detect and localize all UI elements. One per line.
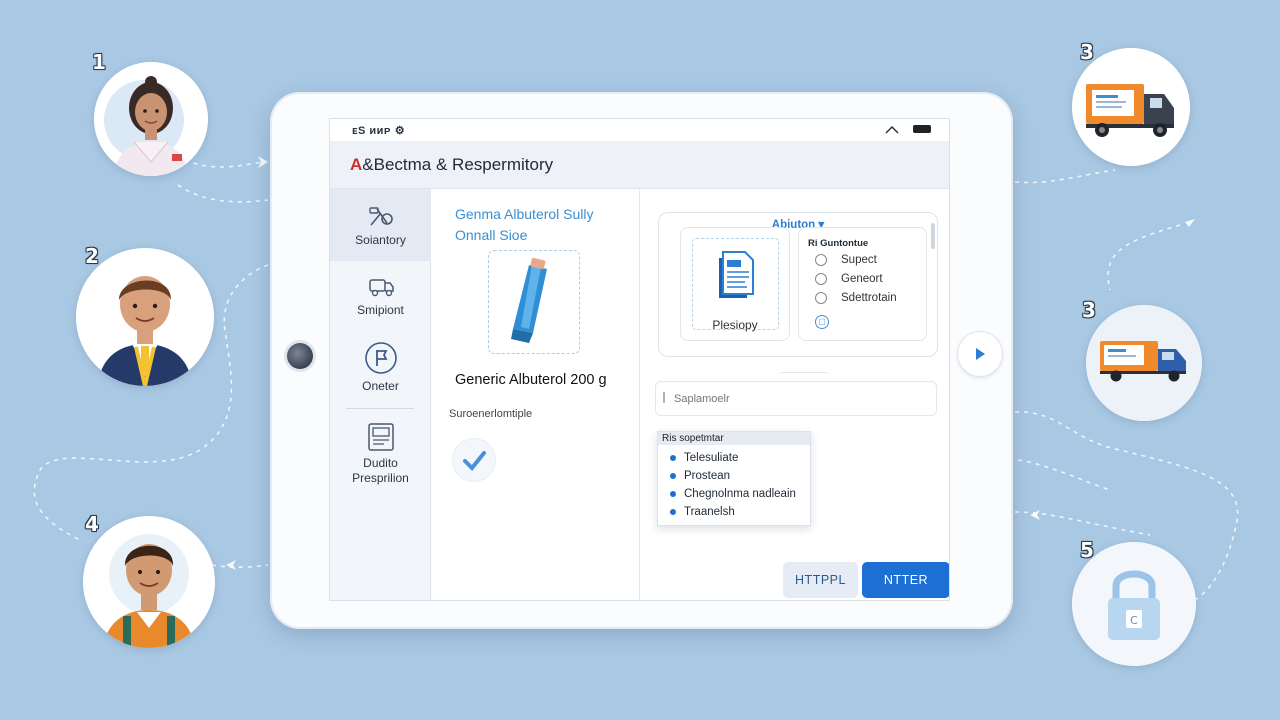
product-subtitle-line1: Genma Albuterol Sully (455, 206, 594, 222)
lock-icon: C (1072, 542, 1196, 666)
radio-button[interactable] (815, 254, 827, 266)
tablet-home-button[interactable] (287, 343, 313, 369)
prescription-icon (367, 423, 394, 451)
battery-icon (913, 125, 931, 133)
doctor-avatar (76, 248, 214, 386)
sidebar-item-label-line1: Dudito (363, 456, 398, 470)
sidebar-divider (346, 408, 414, 409)
sidebar-item-label: Soiantory (355, 233, 406, 247)
scrollbar[interactable] (931, 223, 935, 249)
next-button[interactable] (958, 332, 1002, 376)
dropdown-item[interactable]: Traanelsh (670, 506, 735, 518)
delivery-truck-icon (1072, 48, 1190, 166)
radio-option-3[interactable]: Sdettrotain (815, 292, 897, 304)
bullet-icon (670, 455, 676, 461)
bullet-icon (670, 509, 676, 515)
app-logo: A (350, 155, 363, 174)
field-notch (775, 372, 833, 380)
dropdown-header: Ris sopetmtar (658, 432, 810, 445)
status-bar: ᴇS ᴎᴎᴘ ⚙ (330, 119, 949, 141)
checkmark-icon (463, 451, 486, 471)
product-name: Generic Albuterol 200 g (455, 372, 607, 388)
radio-group: Ri Guntontue Supect Geneort Sdettrotain … (798, 227, 927, 341)
add-option-icon[interactable]: ▢ (815, 315, 829, 329)
options-card: Abiuton ▾ Plesiopy Ri Guntontue Supect G… (658, 212, 938, 357)
inhaler-icon (511, 257, 547, 343)
confirm-check[interactable] (453, 439, 495, 481)
tools-icon (368, 207, 393, 226)
sidebar-item-label-line2: Presprilion (352, 471, 409, 485)
radio-button[interactable] (815, 292, 827, 304)
dropdown-item[interactable]: Chegnolnma nadleain (670, 488, 796, 500)
pharmacist-avatar (94, 62, 208, 176)
product-subtitle-line2: Onnall Sioe (455, 227, 528, 243)
bullet-icon (670, 473, 676, 479)
step-number-4: 4 (85, 512, 99, 536)
dropdown-menu: Ris sopetmtar Telesuliate Prostean Chegn… (657, 431, 811, 526)
dropdown-item-label: Traanelsh (684, 506, 735, 518)
document-label: Plesiopy (712, 318, 758, 332)
dropdown-item[interactable]: Prostean (670, 470, 730, 482)
dropdown-item[interactable]: Telesuliate (670, 452, 738, 464)
radio-button[interactable] (815, 273, 827, 285)
dropdown-item-label: Chegnolnma nadleain (684, 488, 796, 500)
sidebar-item-prescription[interactable]: Dudito Presprilion (330, 422, 431, 486)
product-panel: Genma Albuterol Sully Onnall Sioe Generi… (431, 189, 640, 600)
app-header: A&Bectma & Respermitory (330, 141, 949, 189)
radio-label: Sdettrotain (841, 292, 897, 304)
primary-button[interactable]: NTTER (862, 562, 949, 598)
input-marker (663, 392, 665, 403)
signal-icon (885, 125, 899, 134)
dropdown-item-label: Telesuliate (684, 452, 739, 464)
secondary-button[interactable]: HTTPPL (783, 562, 858, 598)
radio-option-2[interactable]: Geneort (815, 273, 883, 285)
document-icon (719, 251, 754, 298)
play-arrow-icon (976, 348, 985, 360)
app-screen: ᴇS ᴎᴎᴘ ⚙ A&Bectma & Respermitory Soianto… (329, 118, 950, 601)
truck-icon (368, 279, 394, 297)
sidebar-item-order[interactable]: Oneter (330, 341, 431, 395)
status-text: ᴇS ᴎᴎᴘ ⚙ (352, 125, 406, 137)
step-number-2: 2 (85, 244, 99, 268)
product-image[interactable] (488, 250, 580, 354)
search-input[interactable] (655, 381, 937, 416)
radio-label: Geneort (841, 273, 883, 285)
app-title: A&Bectma & Respermitory (350, 155, 553, 175)
sidebar-item-inventory[interactable]: Soiantory (330, 189, 431, 261)
svg-text:C: C (1130, 614, 1138, 627)
app-title-text: &Bectma & Respermitory (362, 155, 554, 174)
step-number-1: 1 (92, 50, 106, 74)
radio-option-1[interactable]: Supect (815, 254, 877, 266)
product-subtitle: Genma Albuterol Sully Onnall Sioe (455, 204, 594, 246)
sidebar-item-label: Oneter (362, 379, 399, 393)
flag-icon (364, 342, 397, 374)
patient-avatar (83, 516, 215, 648)
document-tile[interactable]: Plesiopy (680, 227, 790, 341)
step-number-3: 3 (1080, 40, 1094, 64)
radio-group-header: Ri Guntontue (808, 238, 869, 249)
sidebar-item-label: Smipiont (357, 303, 404, 317)
dropdown-item-label: Prostean (684, 470, 731, 482)
radio-label: Supect (841, 254, 877, 266)
shipping-truck-icon (1086, 305, 1202, 421)
sidebar-item-shipment[interactable]: Smipiont (330, 273, 431, 323)
step-number-3-alt: 3 (1082, 298, 1096, 322)
bullet-icon (670, 491, 676, 497)
product-subtext: Suroenerlomtiple (449, 408, 533, 420)
sidebar: Soiantory Smipiont Oneter Dudito Prespri… (330, 189, 431, 600)
